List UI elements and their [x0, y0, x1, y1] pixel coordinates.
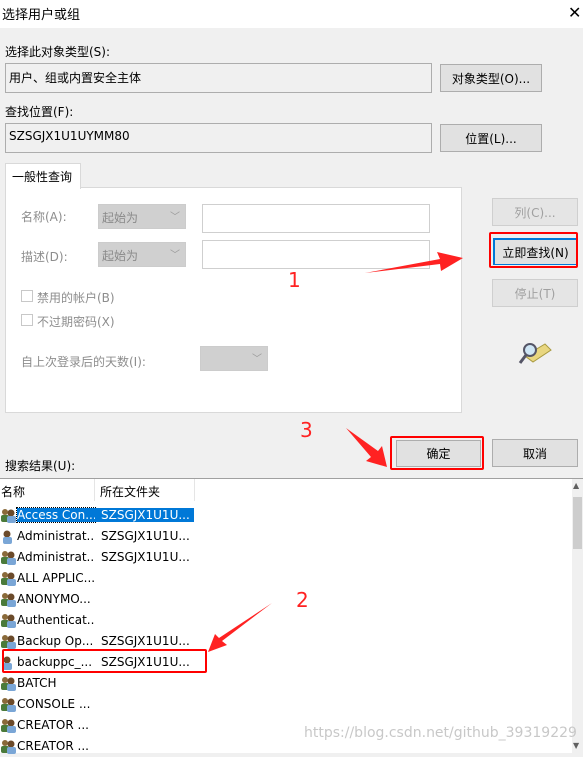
- description-mode-dropdown[interactable]: 起始为 ﹀: [98, 242, 186, 267]
- object-types-button[interactable]: 对象类型(O)...: [440, 64, 542, 92]
- annotation-step-1: 1: [288, 268, 301, 292]
- list-item[interactable]: BATCH: [0, 672, 200, 693]
- list-item[interactable]: Access Con... SZSGJX1U1U...: [0, 504, 200, 525]
- name-mode-dropdown[interactable]: 起始为 ﹀: [98, 204, 186, 229]
- annotation-box-3: [390, 436, 484, 470]
- name-mode-value: 起始为: [102, 211, 139, 225]
- header-label: 所在文件夹: [100, 485, 161, 499]
- cancel-button[interactable]: 取消: [492, 439, 578, 467]
- list-item[interactable]: ALL APPLIC...: [0, 567, 200, 588]
- scroll-up-icon[interactable]: ▲: [573, 481, 579, 490]
- annotation-step-2: 2: [296, 588, 309, 612]
- list-item[interactable]: CREATOR ...: [0, 714, 200, 735]
- non-expiring-password-label: 不过期密码(X): [37, 315, 115, 329]
- item-name: Administrat...: [17, 549, 95, 564]
- non-expiring-password-checkbox[interactable]: [21, 314, 33, 326]
- item-name: Administrat...: [17, 528, 95, 543]
- item-name: Backup Op...: [17, 633, 94, 648]
- group-icon: [0, 696, 16, 712]
- location-label: 查找位置(F):: [5, 105, 74, 119]
- item-name: ALL APPLIC...: [17, 570, 95, 585]
- annotation-box-1: [489, 232, 578, 268]
- location-field: SZSGJX1U1UYMM80: [5, 123, 432, 153]
- group-icon: [0, 591, 16, 607]
- list-item[interactable]: Authenticat...: [0, 609, 200, 630]
- user-icon: [0, 528, 16, 544]
- chevron-down-icon: ﹀: [252, 354, 262, 365]
- item-name: Authenticat...: [17, 612, 95, 627]
- search-directory-icon: [518, 343, 552, 364]
- scrollbar-thumb[interactable]: [573, 497, 582, 549]
- search-results-label: 搜索结果(U):: [5, 459, 76, 473]
- list-item[interactable]: CONSOLE ...: [0, 693, 200, 714]
- group-icon: [0, 717, 16, 733]
- group-icon: [0, 675, 16, 691]
- item-name: CONSOLE ...: [17, 696, 91, 711]
- annotation-arrow-3: [346, 428, 387, 467]
- item-name: ANONYMO...: [17, 591, 91, 606]
- list-item[interactable]: Administrat... SZSGJX1U1U...: [0, 525, 200, 546]
- columns-button[interactable]: 列(C)...: [492, 198, 578, 226]
- window-title: 选择用户或组: [2, 8, 81, 23]
- list-item[interactable]: ANONYMO...: [0, 588, 200, 609]
- disabled-accounts-label: 禁用的帐户(B): [37, 291, 115, 305]
- header-label: 名称: [1, 485, 26, 499]
- name-input[interactable]: [202, 204, 430, 233]
- group-icon: [0, 738, 16, 754]
- locations-button[interactable]: 位置(L)...: [440, 124, 542, 152]
- chevron-down-icon: ﹀: [170, 212, 180, 223]
- desc-mode-value: 起始为: [102, 249, 139, 263]
- days-since-logon-label: 自上次登录后的天数(I):: [21, 355, 146, 369]
- disabled-accounts-checkbox[interactable]: [21, 290, 33, 302]
- annotation-box-2: [2, 649, 207, 673]
- item-name: CREATOR ...: [17, 717, 89, 732]
- item-folder: SZSGJX1U1U...: [101, 528, 190, 543]
- title-bar: 选择用户或组 ✕: [0, 0, 583, 28]
- annotation-step-3: 3: [300, 418, 313, 442]
- stop-button[interactable]: 停止(T): [492, 279, 578, 307]
- tab-general-query[interactable]: 一般性查询: [5, 163, 81, 189]
- group-icon: [0, 549, 16, 565]
- list-item[interactable]: Administrat... SZSGJX1U1U...: [0, 546, 200, 567]
- group-icon: [0, 633, 16, 649]
- group-icon: [0, 570, 16, 586]
- group-icon: [0, 612, 16, 628]
- results-list[interactable]: 名称 所在文件夹 Access Con... SZSGJX1U1U... Admin…: [0, 478, 583, 754]
- close-icon[interactable]: ✕: [568, 3, 581, 22]
- item-name: Access Con...: [16, 506, 96, 523]
- object-type-field: 用户、组或内置安全主体: [5, 63, 432, 93]
- column-header-name[interactable]: 名称: [0, 479, 95, 501]
- description-label: 描述(D):: [21, 250, 68, 264]
- item-folder: SZSGJX1U1U...: [95, 507, 194, 522]
- name-label: 名称(A):: [21, 210, 67, 224]
- description-input[interactable]: [202, 240, 430, 269]
- group-icon: [0, 507, 16, 523]
- item-name: CREATOR ...: [17, 738, 89, 753]
- item-folder: SZSGJX1U1U...: [101, 549, 190, 564]
- chevron-down-icon: ﹀: [170, 250, 180, 261]
- days-since-logon-dropdown[interactable]: ﹀: [200, 346, 268, 371]
- item-name: BATCH: [17, 675, 57, 690]
- list-item[interactable]: Backup Op... SZSGJX1U1U...: [0, 630, 200, 651]
- tab-label: 一般性查询: [12, 170, 73, 184]
- object-type-label: 选择此对象类型(S):: [5, 45, 111, 59]
- item-folder: SZSGJX1U1U...: [101, 633, 190, 648]
- watermark: https://blog.csdn.net/github_39319229: [304, 725, 577, 741]
- scroll-down-icon[interactable]: ▼: [573, 741, 579, 750]
- column-header-folder[interactable]: 所在文件夹: [95, 479, 195, 501]
- vertical-scrollbar[interactable]: ▲ ▼: [572, 479, 583, 754]
